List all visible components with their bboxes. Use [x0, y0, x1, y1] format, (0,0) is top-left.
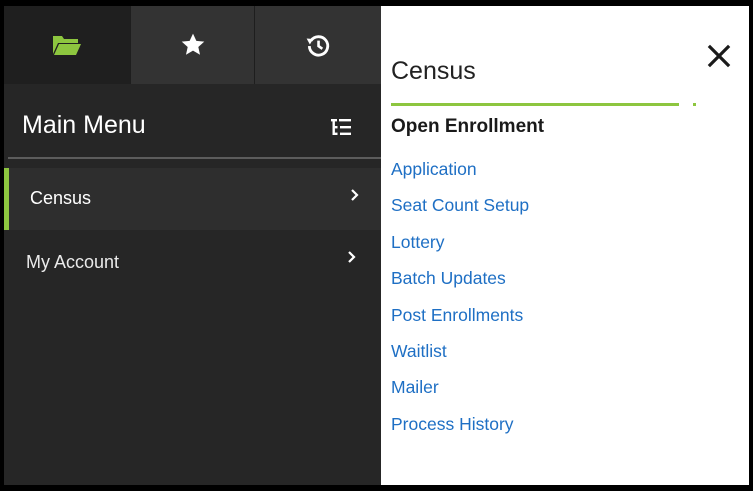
link-post-enrollments[interactable]: Post Enrollments	[391, 304, 529, 340]
nav-item-census[interactable]: Census	[4, 168, 381, 230]
menu-toggle-button[interactable]	[331, 118, 351, 141]
main-menu-header: Main Menu	[4, 84, 381, 157]
tab-folders[interactable]	[4, 6, 130, 84]
link-batch-updates[interactable]: Batch Updates	[391, 267, 529, 303]
main-menu-title: Main Menu	[22, 111, 146, 139]
panel-title-underline-end	[693, 103, 696, 106]
menu-divider	[8, 157, 381, 159]
tab-favorites[interactable]	[130, 6, 254, 84]
folder-open-icon	[53, 36, 81, 55]
close-button[interactable]	[707, 44, 731, 73]
sidebar-tabs	[4, 6, 381, 84]
link-mailer[interactable]: Mailer	[391, 376, 529, 412]
history-icon	[306, 35, 330, 57]
panel-title-underline	[391, 103, 679, 106]
star-icon	[181, 33, 204, 55]
tab-history[interactable]	[254, 6, 381, 84]
link-waitlist[interactable]: Waitlist	[391, 340, 529, 376]
nav-item-label: My Account	[26, 252, 120, 272]
sidebar: Main Menu Census My Account	[4, 6, 381, 485]
link-lottery[interactable]: Lottery	[391, 231, 529, 267]
link-application[interactable]: Application	[391, 158, 529, 194]
chevron-right-icon	[351, 189, 359, 201]
panel-title: Census	[391, 57, 476, 85]
chevron-right-icon	[348, 251, 356, 263]
close-icon	[707, 44, 731, 68]
list-tree-icon	[331, 119, 351, 135]
nav-item-label: Census	[30, 188, 92, 208]
link-seat-count-setup[interactable]: Seat Count Setup	[391, 194, 529, 230]
link-process-history[interactable]: Process History	[391, 413, 529, 449]
nav-item-my-account[interactable]: My Account	[4, 232, 381, 294]
section-link-list: Application Seat Count Setup Lottery Bat…	[391, 158, 529, 449]
section-heading: Open Enrollment	[391, 116, 545, 137]
